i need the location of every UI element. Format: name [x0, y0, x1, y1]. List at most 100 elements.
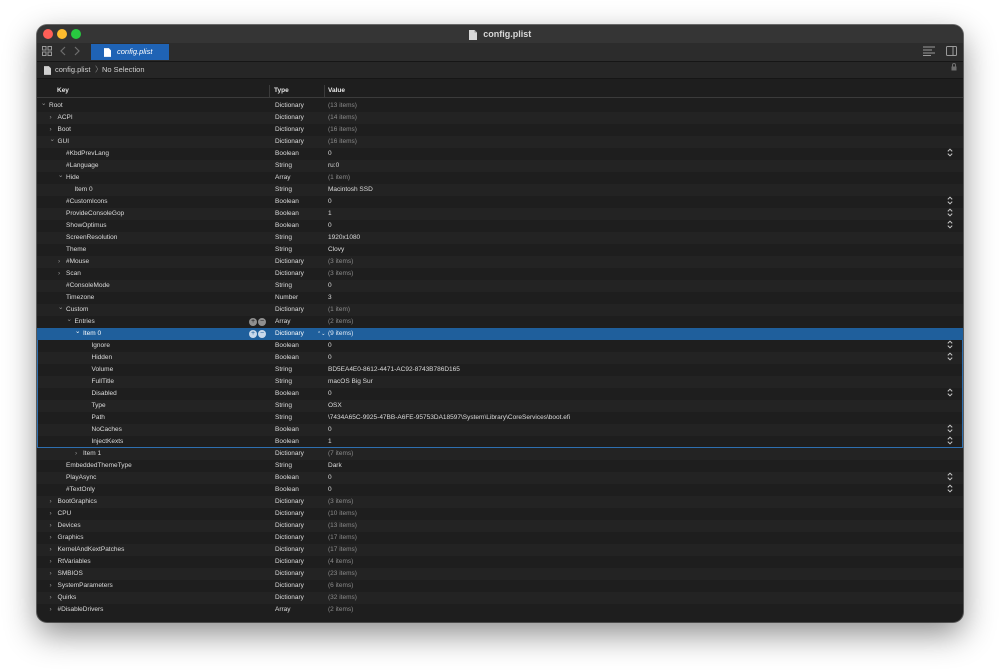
row-key[interactable]: Volume: [92, 364, 114, 376]
row-key[interactable]: ACPI: [58, 112, 73, 124]
row-value[interactable]: (3 items): [328, 256, 353, 268]
row-key[interactable]: PlayAsync: [66, 472, 96, 484]
disclosure-expanded-icon[interactable]: ⌄: [75, 326, 80, 338]
row-type[interactable]: Dictionary: [275, 532, 304, 544]
plist-row[interactable]: Hidden Boolean 0: [37, 352, 963, 364]
row-type[interactable]: Boolean: [275, 352, 299, 364]
row-type[interactable]: String: [275, 160, 292, 172]
row-value[interactable]: (1 item): [328, 304, 350, 316]
row-key[interactable]: EmbeddedThemeType: [66, 460, 132, 472]
plist-row[interactable]: ScreenResolution String 1920x1080: [37, 232, 963, 244]
row-value[interactable]: ru:0: [328, 160, 339, 172]
disclosure-expanded-icon[interactable]: ⌄: [67, 314, 72, 326]
row-value[interactable]: (32 items): [328, 592, 357, 604]
disclosure-collapsed-icon[interactable]: ›: [50, 580, 52, 592]
row-key[interactable]: Hidden: [92, 352, 113, 364]
row-key[interactable]: Type: [92, 400, 106, 412]
plist-row[interactable]: ⌄ Entries + − Array (2 items): [37, 316, 963, 328]
column-header-key[interactable]: Key: [57, 85, 69, 97]
row-type[interactable]: String: [275, 460, 292, 472]
row-key[interactable]: Root: [49, 100, 63, 112]
row-type[interactable]: String: [275, 400, 292, 412]
disclosure-collapsed-icon[interactable]: ›: [58, 256, 60, 268]
row-key[interactable]: Item 1: [83, 448, 101, 460]
row-type[interactable]: Array: [275, 172, 291, 184]
row-key[interactable]: Path: [92, 412, 105, 424]
disclosure-collapsed-icon[interactable]: ›: [50, 112, 52, 124]
row-key[interactable]: #TextOnly: [66, 484, 95, 496]
row-key[interactable]: Boot: [58, 124, 71, 136]
plist-row[interactable]: › #Mouse Dictionary (3 items): [37, 256, 963, 268]
plist-row[interactable]: ⌄ Root Dictionary (13 items): [37, 100, 963, 112]
row-value[interactable]: (2 items): [328, 604, 353, 616]
row-type[interactable]: Dictionary: [275, 568, 304, 580]
row-key[interactable]: #CustomIcons: [66, 196, 108, 208]
column-header-value[interactable]: Value: [328, 85, 345, 97]
disclosure-expanded-icon[interactable]: ⌄: [58, 302, 63, 314]
breadcrumb-file[interactable]: config.plist: [55, 62, 90, 78]
row-value[interactable]: \7434A65C-9925-47BB-A6FE-95753DA18597\Sy…: [328, 412, 570, 424]
row-value[interactable]: (2 items): [328, 316, 353, 328]
row-value[interactable]: (3 items): [328, 268, 353, 280]
row-type[interactable]: Boolean: [275, 472, 299, 484]
row-type[interactable]: Boolean: [275, 436, 299, 448]
row-key[interactable]: Graphics: [58, 532, 84, 544]
row-value[interactable]: (7 items): [328, 448, 353, 460]
plist-row[interactable]: › CPU Dictionary (10 items): [37, 508, 963, 520]
row-value[interactable]: BD5EA4E0-8612-4471-AC92-8743B786D165: [328, 364, 460, 376]
row-key[interactable]: SystemParameters: [58, 580, 113, 592]
row-key[interactable]: ShowOptimus: [66, 220, 106, 232]
plist-row[interactable]: Ignore Boolean 0: [37, 340, 963, 352]
plist-row[interactable]: › KernelAndKextPatches Dictionary (17 items…: [37, 544, 963, 556]
row-value[interactable]: 1: [328, 208, 332, 220]
row-type[interactable]: String: [275, 244, 292, 256]
plist-row[interactable]: FullTitle String macOS Big Sur: [37, 376, 963, 388]
row-value[interactable]: Clovy: [328, 244, 344, 256]
plist-row[interactable]: Theme String Clovy: [37, 244, 963, 256]
row-key[interactable]: #KbdPrevLang: [66, 148, 109, 160]
row-value[interactable]: macOS Big Sur: [328, 376, 373, 388]
row-key[interactable]: Timezone: [66, 292, 94, 304]
plist-row[interactable]: #ConsoleMode String 0: [37, 280, 963, 292]
row-type[interactable]: Dictionary: [275, 448, 304, 460]
row-type[interactable]: Boolean: [275, 424, 299, 436]
row-type[interactable]: String: [275, 184, 292, 196]
sidebar-toggle-icon[interactable]: [946, 46, 957, 60]
row-value[interactable]: OSX: [328, 400, 342, 412]
plist-row[interactable]: › ACPI Dictionary (14 items): [37, 112, 963, 124]
tab-config-plist[interactable]: config.plist: [91, 44, 169, 60]
row-type[interactable]: Dictionary: [275, 556, 304, 568]
row-type[interactable]: Dictionary: [275, 100, 304, 112]
disclosure-collapsed-icon[interactable]: ›: [50, 604, 52, 616]
row-key[interactable]: Quirks: [58, 592, 77, 604]
row-value[interactable]: 0: [328, 472, 332, 484]
row-value[interactable]: (9 items): [328, 328, 353, 340]
row-key[interactable]: Hide: [66, 172, 79, 184]
row-key[interactable]: Theme: [66, 244, 86, 256]
row-value[interactable]: (13 items): [328, 100, 357, 112]
plist-row[interactable]: › Scan Dictionary (3 items): [37, 268, 963, 280]
type-popup-chevron-icon[interactable]: ⌃⌄: [317, 328, 325, 340]
disclosure-collapsed-icon[interactable]: ›: [50, 508, 52, 520]
row-type[interactable]: Dictionary: [275, 256, 304, 268]
row-type[interactable]: Dictionary: [275, 496, 304, 508]
plist-row[interactable]: Timezone Number 3: [37, 292, 963, 304]
row-value[interactable]: (23 items): [328, 568, 357, 580]
row-type[interactable]: Boolean: [275, 220, 299, 232]
plist-row[interactable]: #KbdPrevLang Boolean 0: [37, 148, 963, 160]
disclosure-collapsed-icon[interactable]: ›: [50, 532, 52, 544]
row-type[interactable]: Boolean: [275, 196, 299, 208]
plist-row[interactable]: ShowOptimus Boolean 0: [37, 220, 963, 232]
chevron-right-icon[interactable]: [74, 46, 80, 60]
remove-item-button[interactable]: −: [258, 330, 266, 338]
row-key[interactable]: FullTitle: [92, 376, 115, 388]
row-type[interactable]: String: [275, 364, 292, 376]
row-value[interactable]: 0: [328, 340, 332, 352]
row-value[interactable]: 3: [328, 292, 332, 304]
row-type[interactable]: String: [275, 280, 292, 292]
row-type[interactable]: String: [275, 232, 292, 244]
remove-item-button[interactable]: −: [258, 318, 266, 326]
plist-row[interactable]: › Devices Dictionary (13 items): [37, 520, 963, 532]
row-type[interactable]: Dictionary: [275, 328, 304, 340]
disclosure-collapsed-icon[interactable]: ›: [50, 556, 52, 568]
